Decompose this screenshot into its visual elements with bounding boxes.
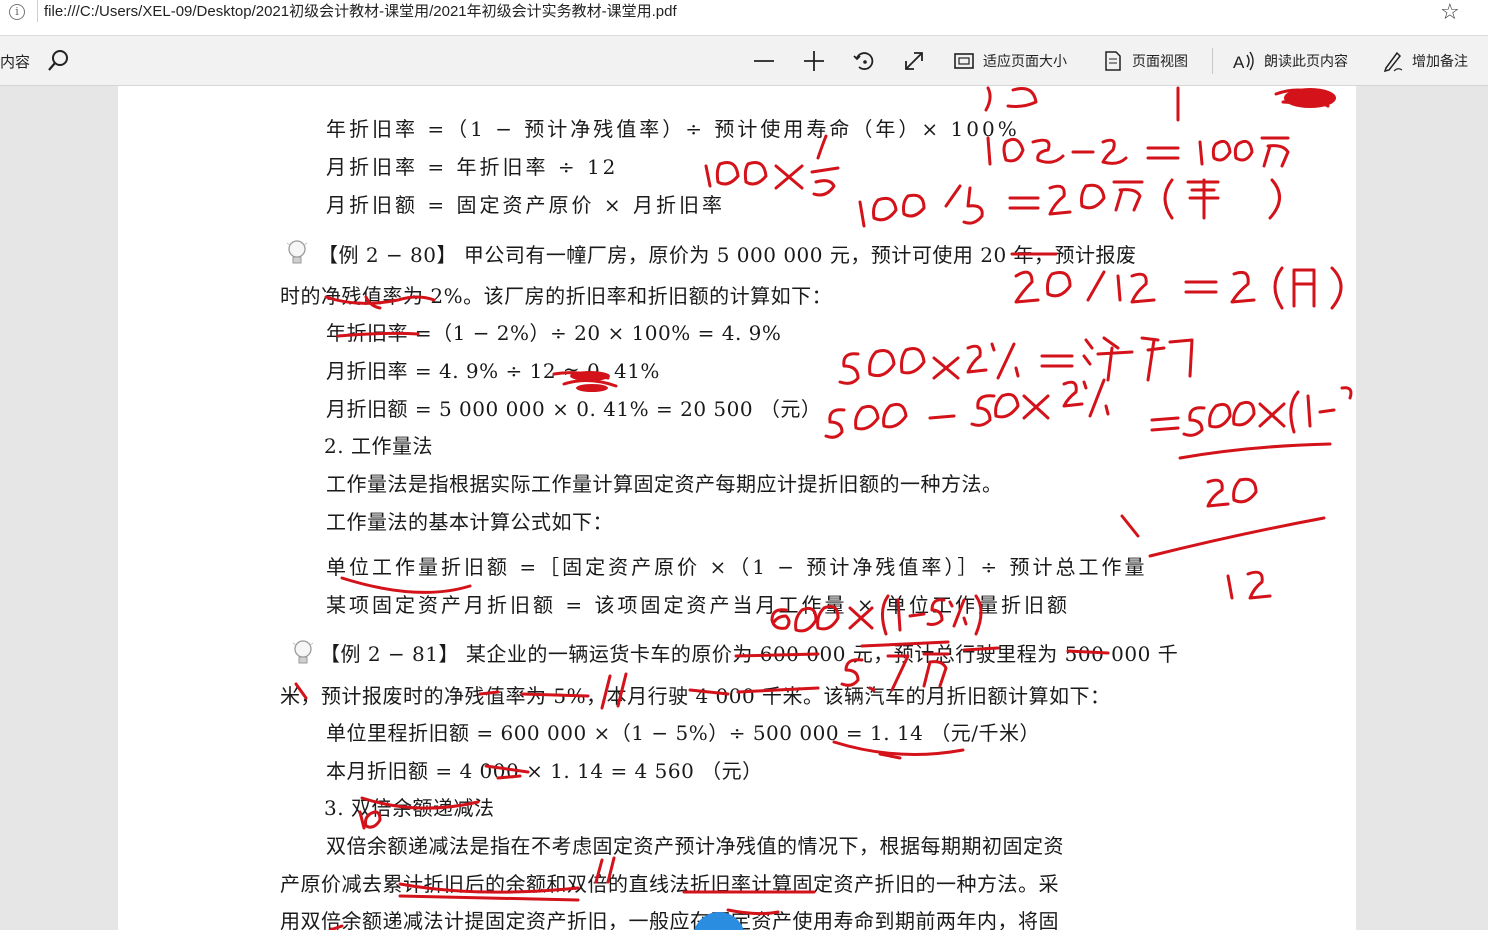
pdf-page: 年折旧率 =（1 − 预计净残值率）÷ 预计使用寿命（年）× 100% 月折旧率… — [118, 86, 1356, 930]
section-2-formula-intro: 工作量法的基本计算公式如下： — [326, 510, 613, 534]
fit-page-icon — [954, 53, 974, 69]
lightbulb-icon — [286, 240, 308, 264]
toolbar-separator — [1212, 48, 1213, 74]
section-2-definition: 工作量法是指根据实际工作量计算固定资产每期应计提折旧额的一种方法。 — [326, 472, 1003, 496]
address-divider — [37, 0, 38, 22]
example-2-81-unit: 单位里程折旧额 = 600 000 ×（1 − 5%）÷ 500 000 = 1… — [326, 721, 1040, 745]
url-field[interactable]: file:///C:/Users/XEL-09/Desktop/2021初级会计… — [44, 0, 677, 21]
example-2-80-heading: 【例 2 − 80】 甲公司有一幢厂房，原价为 5 000 000 元，预计可使… — [318, 243, 1137, 267]
section-2-heading: 2. 工作量法 — [324, 434, 433, 458]
formula-monthly-amount: 月折旧额 = 固定资产原价 × 月折旧率 — [326, 193, 725, 217]
page-view-label: 页面视图 — [1132, 54, 1188, 70]
read-aloud-icon: A — [1233, 51, 1254, 72]
add-note-button[interactable]: 增加备注 — [1382, 48, 1468, 74]
page-view-icon — [1105, 51, 1121, 71]
example-2-81-heading: 【例 2 − 81】 某企业的一辆运货卡车的原价为 600 000 元，预计总行… — [320, 642, 1179, 666]
info-icon[interactable]: i — [9, 4, 25, 20]
rotate-icon[interactable] — [851, 48, 877, 74]
read-aloud-label: 朗读此页内容 — [1264, 54, 1348, 70]
example-2-81-monthly: 本月折旧额 = 4 000 × 1. 14 = 4 560 （元） — [326, 759, 763, 783]
pdf-toolbar: 内容 适应页面大小 页面视图 A 朗读此页内容 增加备注 — [0, 36, 1488, 86]
section-3-paragraph-line-1: 双倍余额递减法是指在不考虑固定资产预计净残值的情况下，根据每期期初固定资 — [326, 834, 1064, 858]
address-bar: i file:///C:/Users/XEL-09/Desktop/2021初级… — [0, 0, 1488, 36]
zoom-in-icon[interactable] — [801, 48, 827, 74]
fullscreen-icon[interactable] — [901, 48, 927, 74]
section-3-heading: 3. 双倍余额递减法 — [324, 796, 495, 820]
example-2-80-monthly-rate: 月折旧率 = 4. 9% ÷ 12 ≈ 0. 41% — [326, 359, 660, 383]
handwritten-annotations — [294, 86, 1353, 930]
example-2-80-monthly-amount: 月折旧额 = 5 000 000 × 0. 41% = 20 500 （元） — [326, 397, 822, 421]
fit-page-button[interactable]: 适应页面大小 — [953, 48, 1067, 74]
formula-unit-workload: 单位工作量折旧额 =［固定资产原价 ×（1 − 预计净残值率）］÷ 预计总工作量 — [326, 555, 1148, 579]
svg-text:A: A — [1233, 53, 1245, 72]
search-icon[interactable] — [46, 48, 72, 74]
add-note-label: 增加备注 — [1412, 54, 1468, 70]
read-aloud-button[interactable]: A 朗读此页内容 — [1232, 48, 1348, 74]
star-icon[interactable]: ☆ — [1440, 0, 1460, 25]
example-2-80-annual: 年折旧率 =（1 − 2%）÷ 20 × 100% = 4. 9% — [326, 321, 782, 345]
formula-item-monthly: 某项固定资产月折旧额 = 该项固定资产当月工作量 × 单位工作量折旧额 — [326, 593, 1070, 617]
section-3-paragraph-line-3: 用双倍余额递减法计提固定资产折旧，一般应在固定资产使用寿命到期前两年内，将固 — [280, 909, 1059, 930]
formula-monthly-rate: 月折旧率 = 年折旧率 ÷ 12 — [326, 155, 619, 179]
lightbulb-icon — [292, 640, 314, 664]
pen-icon — [1383, 51, 1403, 72]
section-3-paragraph-line-2: 产原价减去累计折旧后的余额和双倍的直线法折旧率计算固定资产折旧的一种方法。采 — [280, 872, 1059, 896]
page-view-button[interactable]: 页面视图 — [1102, 48, 1188, 74]
formula-annual-rate: 年折旧率 =（1 − 预计净残值率）÷ 预计使用寿命（年）× 100% — [326, 117, 1020, 141]
fit-page-label: 适应页面大小 — [983, 54, 1067, 70]
example-2-80-text: 时的净残值率为 2%。该厂房的折旧率和折旧额的计算如下： — [280, 284, 833, 308]
contents-button[interactable]: 内容 — [0, 51, 30, 72]
example-2-81-text: 米，预计报废时的净残值率为 5%，本月行驶 4 000 千米。该辆汽车的月折旧额… — [280, 684, 1111, 708]
zoom-out-icon[interactable] — [751, 48, 777, 74]
